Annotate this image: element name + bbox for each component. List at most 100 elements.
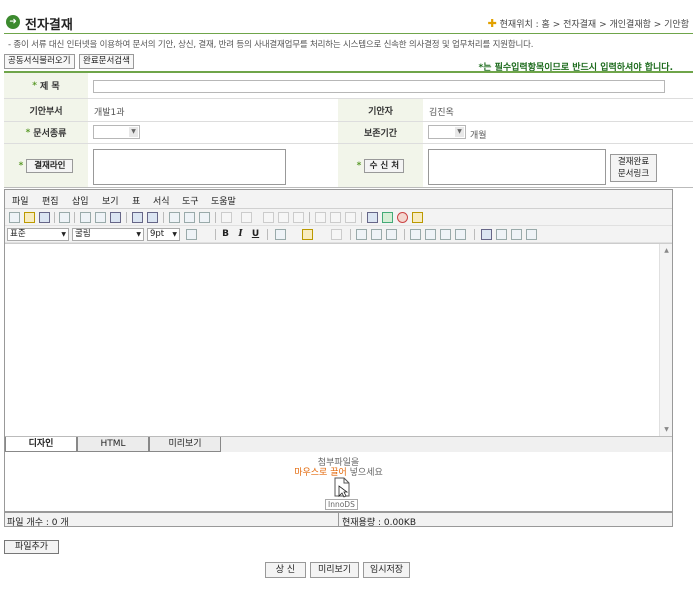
add-file-button[interactable]: 파일추가 — [4, 540, 59, 554]
table-insert-icon[interactable] — [221, 212, 232, 223]
outdent-icon[interactable] — [425, 229, 436, 240]
arrow-circle-icon: ➜ — [6, 15, 20, 29]
print-icon[interactable] — [59, 212, 70, 223]
save-icon[interactable] — [39, 212, 50, 223]
menu-file[interactable]: 파일 — [12, 194, 29, 207]
undo-icon[interactable] — [132, 212, 143, 223]
style-select[interactable]: 표준 ▼ — [7, 228, 69, 241]
grid-icon[interactable] — [526, 229, 537, 240]
number-list-icon[interactable] — [455, 229, 466, 240]
doctype-select[interactable]: ▼ — [93, 125, 140, 139]
required-star-icon: * — [32, 80, 37, 91]
image-insert-icon[interactable] — [382, 212, 393, 223]
menu-format[interactable]: 서식 — [153, 194, 170, 207]
submit-button[interactable]: 상 신 — [265, 562, 306, 578]
drafter-label: 기안자 — [338, 99, 423, 121]
chevron-down-icon: ▼ — [129, 127, 138, 137]
menu-help[interactable]: 도움말 — [211, 194, 236, 207]
align-left-icon[interactable] — [356, 229, 367, 240]
retention-select[interactable]: ▼ — [428, 125, 466, 139]
temp-save-button[interactable]: 임시저장 — [363, 562, 410, 578]
underline-button[interactable]: U — [249, 228, 262, 241]
special-char-icon[interactable] — [481, 229, 492, 240]
innods-logo: InnoDS — [325, 499, 358, 510]
required-star-icon: * — [356, 160, 362, 171]
frame-icon[interactable] — [199, 212, 210, 223]
table-row-icon[interactable] — [241, 212, 252, 223]
breadcrumb-item[interactable]: 개인결재함 — [609, 20, 650, 30]
editor-scrollbar[interactable]: ▲ ▼ — [659, 244, 672, 436]
breadcrumb-item[interactable]: 기안함 — [664, 20, 689, 30]
retention-label: 보존기간 — [338, 122, 423, 143]
align-center-icon[interactable] — [371, 229, 382, 240]
bold-button[interactable]: B — [219, 228, 232, 241]
align-right-icon[interactable] — [386, 229, 397, 240]
breadcrumb-item[interactable]: 전자결재 — [563, 20, 596, 30]
tab-design[interactable]: 디자인 — [5, 437, 77, 452]
copy-icon[interactable] — [95, 212, 106, 223]
approval-line-button[interactable]: 결재라인 — [26, 158, 74, 173]
font-color-icon[interactable] — [275, 229, 286, 240]
approval-line-cell: * 결재라인 — [4, 144, 88, 187]
html-editor: 파일 편집 삽입 보기 표 서식 도구 도움말 표준 ▼ 굴림 ▼ 9pt ▼ … — [4, 189, 673, 452]
scroll-down-icon[interactable]: ▼ — [661, 424, 672, 435]
table-merge-icon[interactable] — [278, 212, 289, 223]
font-select[interactable]: 굴림 ▼ — [72, 228, 144, 241]
dept-value: 개발1과 — [94, 108, 125, 118]
preview-button[interactable]: 미리보기 — [310, 562, 359, 578]
link-icon[interactable] — [367, 212, 378, 223]
menu-tools[interactable]: 도구 — [182, 194, 199, 207]
flash-icon[interactable] — [397, 212, 408, 223]
eraser-icon[interactable] — [331, 229, 342, 240]
common-form-button[interactable]: 공동서식불러오기 — [4, 54, 75, 69]
highlight-color-icon[interactable] — [302, 229, 313, 240]
table-split-icon[interactable] — [293, 212, 304, 223]
image-icon[interactable] — [184, 212, 195, 223]
menu-view[interactable]: 보기 — [102, 194, 119, 207]
table-col-icon[interactable] — [263, 212, 274, 223]
new-doc-icon[interactable] — [9, 212, 20, 223]
menu-insert[interactable]: 삽입 — [72, 194, 89, 207]
font-size-select[interactable]: 9pt ▼ — [147, 228, 180, 241]
block-icon[interactable] — [511, 229, 522, 240]
redo-icon[interactable] — [147, 212, 158, 223]
tab-preview[interactable]: 미리보기 — [149, 437, 221, 452]
form-icon[interactable] — [345, 212, 356, 223]
paste-icon[interactable] — [110, 212, 121, 223]
recipient-box[interactable] — [428, 149, 606, 185]
menu-edit[interactable]: 편집 — [42, 194, 59, 207]
subject-row: * 제 목 — [4, 73, 693, 99]
file-drop-icon — [334, 477, 350, 498]
breadcrumb-item[interactable]: 홈 — [542, 20, 550, 30]
cell-prop-icon[interactable] — [315, 212, 326, 223]
media-icon[interactable] — [412, 212, 423, 223]
menu-table[interactable]: 표 — [132, 194, 140, 207]
retention-unit: 개월 — [470, 131, 487, 141]
editor-content-area[interactable]: ▲ ▼ — [5, 243, 672, 436]
completed-search-button[interactable]: 완료문서검색 — [79, 54, 134, 69]
page-header: ➜ 전자결재 ✚ 현재위치 : 홈 > 전자결재 > 개인결재함 > 기안함 — [6, 12, 691, 34]
recipient-button[interactable]: 수 신 처 — [364, 158, 405, 173]
italic-button[interactable]: I — [234, 228, 247, 241]
edit-image-icon[interactable] — [169, 212, 180, 223]
editor-menubar: 파일 편집 삽입 보기 표 서식 도구 도움말 — [5, 190, 672, 209]
bullet-list-icon[interactable] — [440, 229, 451, 240]
cut-icon[interactable] — [80, 212, 91, 223]
table-prop-icon[interactable] — [330, 212, 341, 223]
header-divider — [4, 33, 693, 34]
subject-input[interactable] — [93, 80, 665, 93]
indent-icon[interactable] — [410, 229, 421, 240]
hr-icon[interactable] — [496, 229, 507, 240]
page-title: 전자결재 — [25, 18, 73, 33]
chevron-down-icon: ▼ — [455, 127, 464, 137]
completed-doc-link-button[interactable]: 결재완료 문서링크 — [610, 154, 657, 182]
attachment-status-bar: 파일 개수 : 0 개 현재용량 : 0.00KB — [4, 512, 673, 528]
line-height-icon[interactable] — [186, 229, 197, 240]
subject-label: * 제 목 — [4, 73, 88, 98]
approval-line-box[interactable] — [93, 149, 286, 185]
tab-html[interactable]: HTML — [77, 437, 149, 452]
attachment-dropzone[interactable]: 첨부파일을 마우스로 끌어 넣으세요 InnoDS — [4, 452, 673, 512]
chevron-down-icon: ▼ — [61, 231, 66, 238]
open-folder-icon[interactable] — [24, 212, 35, 223]
scroll-up-icon[interactable]: ▲ — [661, 245, 672, 256]
